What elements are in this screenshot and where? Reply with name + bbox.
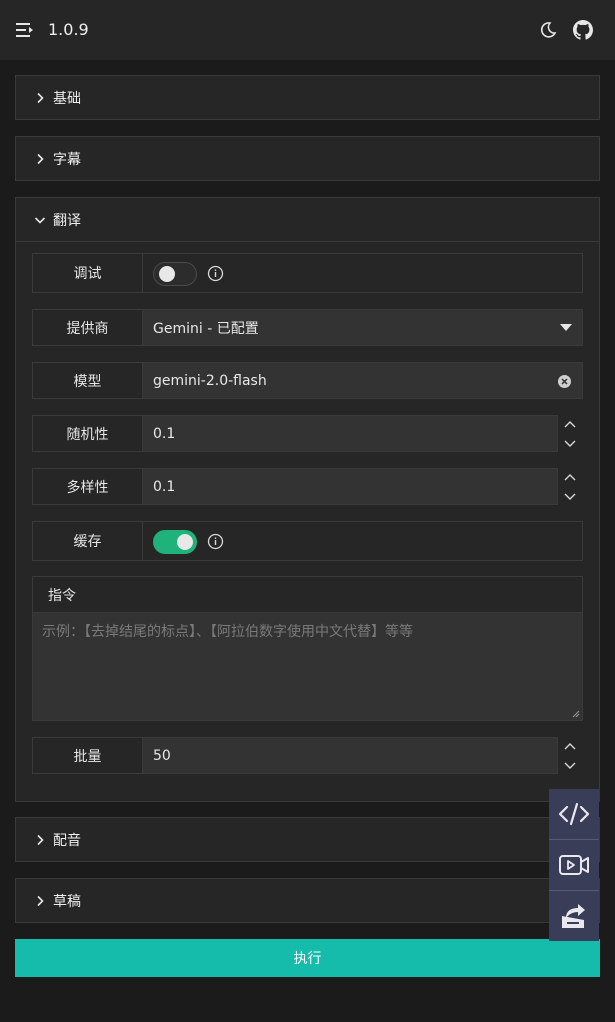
cache-label: 缓存: [33, 522, 143, 560]
section-translate-title: 翻译: [53, 212, 81, 229]
model-input[interactable]: gemini-2.0-flash: [143, 363, 582, 398]
video-tool-button[interactable]: [549, 840, 599, 890]
section-basic: 基础: [15, 75, 600, 120]
debug-toggle[interactable]: [153, 262, 197, 286]
section-subtitle: 字幕: [15, 136, 600, 181]
top-bar: 1.0.9: [0, 0, 615, 60]
cache-toggle[interactable]: [153, 530, 197, 554]
model-row: 模型 gemini-2.0-flash: [32, 362, 583, 399]
github-icon[interactable]: [573, 20, 593, 40]
section-translate-header[interactable]: 翻译: [16, 198, 599, 241]
batch-input[interactable]: 50: [143, 738, 557, 773]
section-basic-title: 基础: [53, 90, 81, 107]
batch-row: 批量 50: [32, 737, 558, 774]
provider-row: 提供商 Gemini - 已配置: [32, 309, 583, 346]
top-p-stepper[interactable]: [559, 468, 581, 508]
export-icon: [562, 904, 585, 928]
chevron-down-icon[interactable]: [564, 762, 576, 770]
info-icon[interactable]: [207, 265, 224, 282]
section-translate: 翻译 调试 提供商 Gemini - 已配置 模型 gemini-2.0-fla…: [15, 197, 600, 802]
provider-label: 提供商: [33, 310, 143, 345]
top-p-input[interactable]: 0.1: [143, 469, 557, 504]
chevron-right-icon: [37, 153, 44, 164]
temperature-row: 随机性 0.1: [32, 415, 558, 452]
batch-stepper[interactable]: [559, 737, 581, 777]
chevron-right-icon: [37, 834, 44, 845]
chevron-down-icon: [34, 216, 46, 224]
chevron-down-icon[interactable]: [564, 440, 576, 448]
chevron-up-icon[interactable]: [564, 420, 576, 428]
top-p-row: 多样性 0.1: [32, 468, 558, 505]
model-label: 模型: [33, 363, 143, 398]
temperature-label: 随机性: [33, 416, 143, 451]
top-p-value: 0.1: [153, 478, 176, 495]
cache-row: 缓存: [32, 521, 583, 561]
debug-row: 调试: [32, 253, 583, 293]
chevron-down-icon[interactable]: [564, 493, 576, 501]
section-draft-title: 草稿: [53, 893, 81, 910]
moon-icon[interactable]: [539, 21, 557, 39]
model-value: gemini-2.0-flash: [153, 372, 267, 389]
toggle-knob: [177, 534, 193, 550]
video-icon: [559, 855, 589, 875]
app-version: 1.0.9: [48, 20, 89, 39]
provider-value: Gemini - 已配置: [153, 320, 259, 337]
code-icon: [558, 802, 590, 826]
temperature-value: 0.1: [153, 425, 176, 442]
batch-label: 批量: [33, 738, 143, 773]
clear-icon[interactable]: [557, 374, 572, 389]
chevron-right-icon: [37, 92, 44, 103]
export-tool-button[interactable]: [549, 891, 599, 941]
section-basic-header[interactable]: 基础: [16, 76, 599, 119]
code-tool-button[interactable]: [549, 789, 599, 839]
menu-icon[interactable]: [15, 20, 35, 40]
section-subtitle-header[interactable]: 字幕: [16, 137, 599, 180]
section-draft-header[interactable]: 草稿: [16, 879, 599, 922]
section-divider: [16, 241, 599, 242]
temperature-stepper[interactable]: [559, 415, 581, 455]
debug-label: 调试: [33, 254, 143, 292]
batch-value: 50: [153, 747, 171, 764]
resize-handle-icon[interactable]: [572, 710, 580, 718]
section-subtitle-title: 字幕: [53, 151, 81, 168]
debug-content: [143, 254, 582, 292]
toggle-knob: [159, 266, 175, 282]
temperature-input[interactable]: 0.1: [143, 416, 557, 451]
chevron-up-icon[interactable]: [564, 473, 576, 481]
provider-select[interactable]: Gemini - 已配置: [143, 310, 582, 345]
section-draft: 草稿: [15, 878, 600, 923]
section-dubbing: 配音: [15, 817, 600, 862]
caret-down-icon: [560, 324, 572, 331]
chevron-up-icon[interactable]: [564, 742, 576, 750]
section-dubbing-header[interactable]: 配音: [16, 818, 599, 861]
instruction-textarea[interactable]: 示例：【去掉结尾的标点】、【阿拉伯数字使用中文代替】等等: [33, 613, 582, 720]
chevron-right-icon: [37, 895, 44, 906]
instruction-label: 指令: [33, 577, 582, 613]
top-p-label: 多样性: [33, 469, 143, 504]
section-dubbing-title: 配音: [53, 832, 81, 849]
cache-content: [143, 522, 582, 560]
run-button[interactable]: 执行: [15, 939, 600, 977]
instruction-field: 指令 示例：【去掉结尾的标点】、【阿拉伯数字使用中文代替】等等: [32, 576, 583, 721]
instruction-placeholder: 示例：【去掉结尾的标点】、【阿拉伯数字使用中文代替】等等: [42, 624, 413, 640]
info-icon[interactable]: [207, 533, 224, 550]
side-toolbar: [549, 789, 599, 941]
